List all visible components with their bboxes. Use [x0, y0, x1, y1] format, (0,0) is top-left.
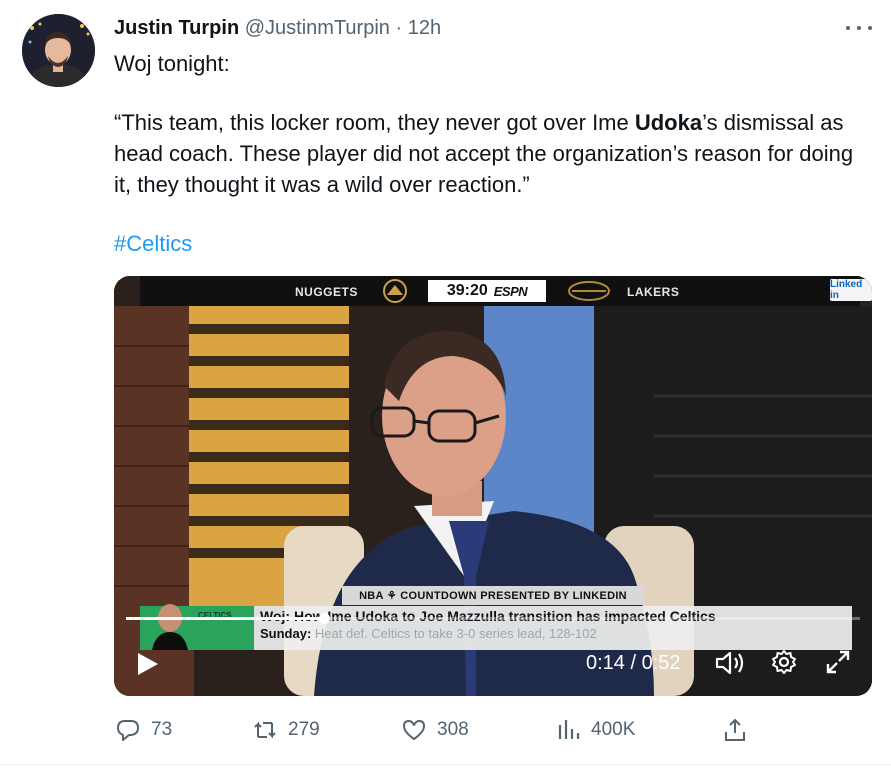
heart-icon	[403, 720, 425, 740]
game-clock: 39:20 ESPN	[428, 280, 546, 302]
views-button[interactable]: 400K	[555, 710, 635, 750]
retweet-button[interactable]: 279	[252, 710, 320, 750]
reply-button[interactable]: 73	[115, 710, 172, 750]
reply-count: 73	[151, 719, 173, 740]
video-progress-bar[interactable]	[126, 613, 860, 624]
tweet-quote: “This team, this locker room, they never…	[114, 107, 874, 200]
volume-icon[interactable]	[714, 648, 746, 678]
views-chart-icon	[558, 720, 580, 739]
quote-part-1: “This team, this locker room, they never…	[114, 110, 635, 135]
tweet-header: Justin Turpin @JustinmTurpin · 12h	[114, 15, 441, 41]
quote-bold-name: Udoka	[634, 110, 703, 135]
gear-icon[interactable]	[770, 648, 798, 676]
share-button[interactable]	[722, 710, 758, 750]
team-right: LAKERS	[627, 285, 680, 299]
tweet-actions: 73 279 308 400K	[0, 710, 891, 750]
more-dots-icon	[846, 26, 850, 30]
like-count: 308	[437, 719, 469, 740]
lower-third-bar: Woj: How Ime Udoka to Joe Mazzulla trans…	[254, 606, 852, 650]
lakers-logo-icon	[568, 281, 610, 301]
scoreboard: NUGGETS 39:20 ESPN LAKERS Linked in	[140, 276, 872, 306]
tweet-timestamp[interactable]: 12h	[408, 17, 441, 39]
sub-label: Sunday:	[260, 626, 312, 641]
author-name[interactable]: Justin Turpin	[114, 17, 239, 39]
video-progress-fill	[126, 617, 325, 620]
coach-thumbnail	[152, 604, 188, 650]
video-player[interactable]: NUGGETS 39:20 ESPN LAKERS Linked in NBA …	[114, 276, 872, 696]
more-options-button[interactable]	[846, 18, 872, 38]
tweet-text-line1: Woj tonight:	[114, 51, 230, 76]
hashtag-link[interactable]: #Celtics	[114, 228, 192, 259]
lower-third: CELTICS Woj: How Ime Udoka to Joe Mazzul…	[140, 604, 852, 650]
like-button[interactable]: 308	[401, 710, 469, 750]
retweet-count: 279	[288, 719, 320, 740]
avatar-image	[22, 14, 95, 87]
countdown-banner: NBA ⚘ COUNTDOWN PRESENTED BY LINKEDIN	[342, 586, 644, 605]
expand-icon[interactable]	[824, 648, 852, 676]
play-icon[interactable]	[134, 651, 160, 677]
retweet-icon	[254, 721, 276, 739]
nuggets-logo-icon	[383, 279, 407, 303]
share-icon	[725, 718, 745, 741]
reply-icon	[117, 720, 139, 741]
sponsor-logo: Linked in	[830, 279, 872, 301]
author-handle[interactable]: @JustinmTurpin	[245, 17, 390, 39]
network-logo: ESPN	[493, 283, 528, 299]
views-count: 400K	[591, 719, 636, 740]
sub-text: Heat def. Celtics to take 3-0 series lea…	[314, 626, 597, 641]
clock-time: 39:20	[446, 282, 488, 299]
tweet-divider	[0, 764, 891, 765]
lower-third-subline: Sunday: Heat def. Celtics to take 3-0 se…	[260, 626, 597, 641]
video-timecode: 0:14 / 0:52	[586, 652, 681, 674]
author-avatar[interactable]	[22, 14, 95, 87]
team-left: NUGGETS	[295, 285, 358, 299]
header-separator: ·	[395, 17, 403, 39]
